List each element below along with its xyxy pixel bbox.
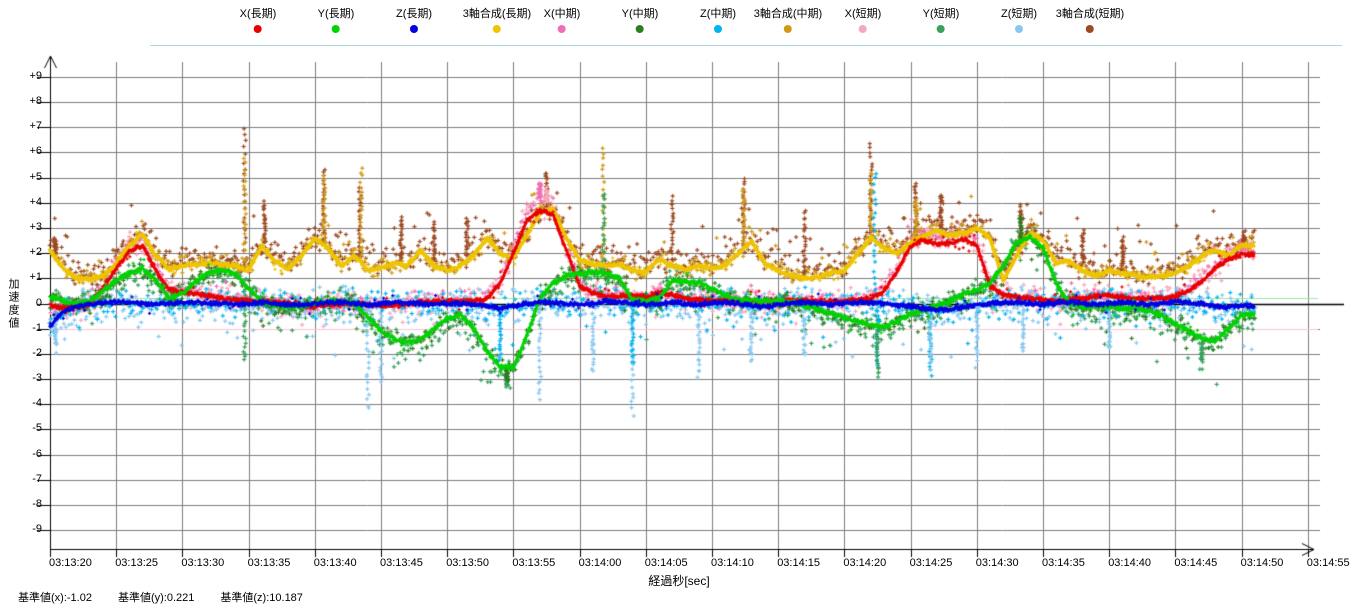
legend-dot-icon	[558, 25, 566, 33]
x-tick-label: 03:13:40	[314, 557, 357, 569]
x-tick-label: 03:14:00	[579, 557, 622, 569]
y-tick-label: -7	[10, 473, 42, 485]
legend-label: X(短期)	[845, 8, 882, 20]
x-tick-label: 03:14:45	[1174, 557, 1217, 569]
y-tick-label: +9	[10, 70, 42, 82]
x-tick-label: 03:14:50	[1241, 557, 1284, 569]
legend-dot-icon	[714, 25, 722, 33]
y-tick-label: -8	[10, 498, 42, 510]
x-tick-label: 03:13:20	[49, 557, 92, 569]
x-tick-label: 03:14:10	[711, 557, 754, 569]
y-tick-label: +6	[10, 145, 42, 157]
y-tick-label: +1	[10, 271, 42, 283]
y-tick-label: +3	[10, 221, 42, 233]
legend-dot-icon	[332, 25, 340, 33]
legend-item-3axis-long: 3軸合成(長期)	[463, 8, 531, 33]
legend-dot-icon	[784, 25, 792, 33]
baseline-status-row: 基準値(x):-1.02 基準値(y):0.221 基準値(z):10.187	[18, 589, 303, 605]
x-tick-label: 03:13:25	[115, 557, 158, 569]
x-tick-label: 03:14:05	[645, 557, 688, 569]
y-tick-label: 0	[10, 297, 42, 309]
legend-label: Y(短期)	[923, 8, 960, 20]
legend-item-x-short: X(短期)	[845, 8, 882, 33]
legend-item-z-mid: Z(中期)	[700, 8, 736, 33]
legend-item-3axis-short: 3軸合成(短期)	[1056, 8, 1124, 33]
y-tick-label: -2	[10, 347, 42, 359]
legend-dot-icon	[1015, 25, 1023, 33]
legend-label: Z(短期)	[1001, 8, 1037, 20]
y-tick-label: -5	[10, 422, 42, 434]
y-tick-label: -4	[10, 397, 42, 409]
x-tick-label: 03:14:15	[777, 557, 820, 569]
y-tick-label: +4	[10, 196, 42, 208]
legend-label: 3軸合成(短期)	[1056, 8, 1124, 20]
legend-label: X(長期)	[240, 8, 277, 20]
x-tick-label: 03:14:25	[910, 557, 953, 569]
legend-item-y-mid: Y(中期)	[622, 8, 659, 33]
legend-label: Y(中期)	[622, 8, 659, 20]
legend-separator-line	[150, 45, 1342, 46]
legend-item-x-long: X(長期)	[240, 8, 277, 33]
acceleration-chart-window: X(長期) Y(長期) Z(長期) 3軸合成(長期) X(中期) Y(中期) Z…	[0, 0, 1350, 610]
legend-dot-icon	[410, 25, 418, 33]
baseline-z-value: 基準値(z):10.187	[220, 589, 303, 605]
legend-label: Z(長期)	[396, 8, 432, 20]
legend-dot-icon	[493, 25, 501, 33]
y-tick-label: +2	[10, 246, 42, 258]
y-tick-label: +5	[10, 171, 42, 183]
x-tick-label: 03:13:55	[512, 557, 555, 569]
baseline-x-value: 基準値(x):-1.02	[18, 589, 92, 605]
x-tick-label: 03:14:55	[1307, 557, 1350, 569]
x-axis-title: 経過秒[sec]	[648, 572, 709, 589]
legend-dot-icon	[859, 25, 867, 33]
x-tick-label: 03:14:40	[1108, 557, 1151, 569]
x-tick-label: 03:13:35	[248, 557, 291, 569]
y-tick-label: +7	[10, 120, 42, 132]
x-tick-label: 03:13:45	[380, 557, 423, 569]
legend-label: 3軸合成(中期)	[754, 8, 822, 20]
y-tick-label: -6	[10, 448, 42, 460]
x-tick-label: 03:14:35	[1042, 557, 1085, 569]
legend-dot-icon	[937, 25, 945, 33]
x-tick-label: 03:14:30	[976, 557, 1019, 569]
legend-item-z-long: Z(長期)	[396, 8, 432, 33]
legend-label: X(中期)	[544, 8, 581, 20]
x-tick-label: 03:14:20	[843, 557, 886, 569]
legend-item-y-short: Y(短期)	[923, 8, 960, 33]
legend-item-x-mid: X(中期)	[544, 8, 581, 33]
baseline-y-value: 基準値(y):0.221	[118, 589, 194, 605]
y-tick-label: -3	[10, 372, 42, 384]
y-tick-label: -1	[10, 322, 42, 334]
legend-label: 3軸合成(長期)	[463, 8, 531, 20]
x-tick-label: 03:13:50	[446, 557, 489, 569]
plot-canvas	[0, 0, 1350, 610]
y-tick-label: -9	[10, 523, 42, 535]
legend-label: Y(長期)	[318, 8, 355, 20]
legend-item-z-short: Z(短期)	[1001, 8, 1037, 33]
legend-dot-icon	[254, 25, 262, 33]
legend-item-3axis-mid: 3軸合成(中期)	[754, 8, 822, 33]
legend-dot-icon	[636, 25, 644, 33]
x-tick-label: 03:13:30	[181, 557, 224, 569]
legend-dot-icon	[1086, 25, 1094, 33]
y-tick-label: +8	[10, 95, 42, 107]
legend-label: Z(中期)	[700, 8, 736, 20]
legend-item-y-long: Y(長期)	[318, 8, 355, 33]
